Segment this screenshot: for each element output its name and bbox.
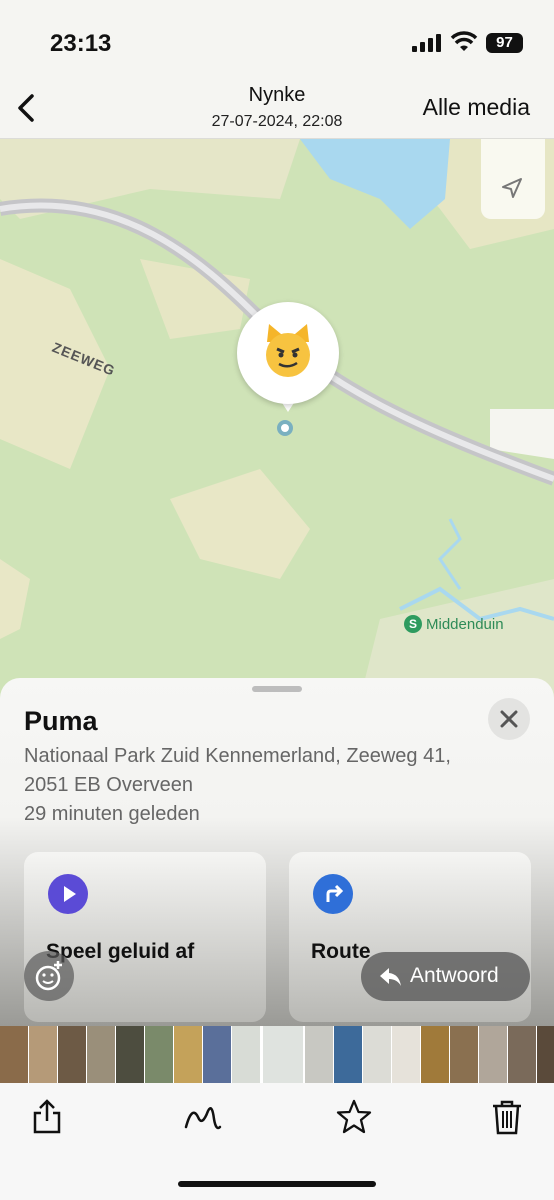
grinning-cat-emoji-icon [266,324,310,377]
thumbnail[interactable] [508,1026,536,1083]
thumbnail[interactable] [363,1026,391,1083]
favorite-star-icon[interactable] [334,1097,374,1137]
address-line-1: Nationaal Park Zuid Kennemerland, Zeeweg… [24,745,451,767]
poi-label: Middenduin [426,615,504,633]
thumbnail[interactable] [263,1026,303,1083]
location-arrow-button[interactable] [481,139,545,219]
thumbnail[interactable] [29,1026,57,1083]
trash-icon[interactable] [487,1097,527,1137]
home-indicator [178,1181,376,1187]
thumbnail[interactable] [0,1026,28,1083]
close-button[interactable] [488,698,530,740]
close-icon [500,710,518,728]
thumbnail[interactable] [537,1026,554,1083]
route-arrow-icon [313,874,353,914]
add-emoji-button[interactable] [24,951,74,1001]
thumbnail[interactable] [145,1026,173,1083]
nav-bar: Nynke 27-07-2024, 22:08 Alle media [0,80,554,139]
play-icon [48,874,88,914]
location-arrow-icon [502,178,522,198]
thumbnail[interactable] [232,1026,260,1083]
thumbnail[interactable] [305,1026,333,1083]
share-icon[interactable] [27,1097,67,1137]
signal-icon [412,34,441,52]
wifi-icon [450,31,478,51]
poi-icon: S [404,615,422,633]
thumbnail-strip[interactable] [0,1026,554,1083]
reply-button[interactable]: Antwoord [361,952,530,1001]
address-line-2: 2051 EB Overveen [24,774,193,796]
all-media-button[interactable]: Alle media [423,94,530,121]
thumbnail[interactable] [87,1026,115,1083]
reply-arrow-icon [380,968,401,986]
map-view[interactable]: ZEEWEG S Middenduin [0,139,554,699]
item-address: Nationaal Park Zuid Kennemerland, Zeeweg… [24,742,514,829]
thumbnail[interactable] [479,1026,507,1083]
thumbnail[interactable] [334,1026,362,1083]
last-seen: 29 minuten geleden [24,803,200,825]
pet-location-pin[interactable] [237,302,339,404]
thumbnail[interactable] [421,1026,449,1083]
thumbnail[interactable] [203,1026,231,1083]
battery-icon: 97 [486,33,523,53]
route-label: Route [311,940,371,963]
status-time: 23:13 [50,30,112,57]
add-emoji-icon [35,961,62,991]
sheet-grabber[interactable] [252,686,302,692]
reply-label: Antwoord [410,964,499,987]
markup-icon[interactable] [182,1097,222,1137]
thumbnail[interactable] [174,1026,202,1083]
item-name: Puma [24,706,98,736]
poi-marker[interactable]: S Middenduin [404,615,504,633]
thumbnail[interactable] [116,1026,144,1083]
status-bar: 23:13 97 [0,0,554,80]
thumbnail[interactable] [392,1026,420,1083]
location-dot [277,420,293,436]
thumbnail[interactable] [450,1026,478,1083]
thumbnail[interactable] [58,1026,86,1083]
